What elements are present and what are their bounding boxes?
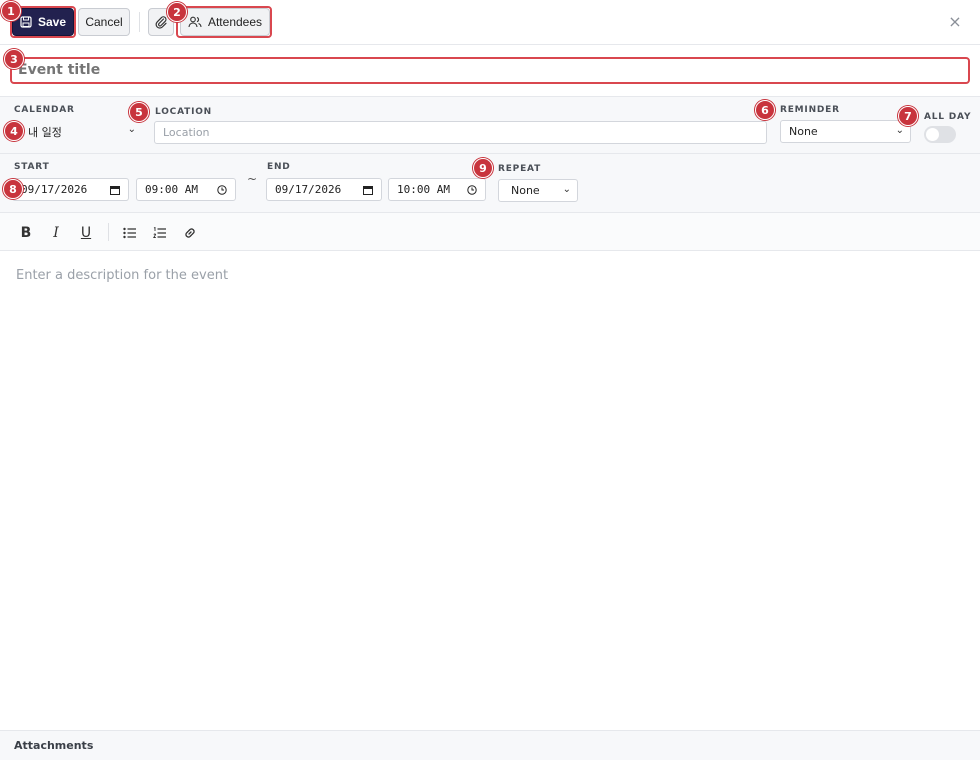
allday-toggle[interactable] [924, 126, 956, 143]
location-placeholder: Location [163, 126, 210, 139]
end-label: END [267, 162, 291, 172]
start-time-input[interactable]: 09:00 AM [136, 178, 236, 201]
allday-label: ALL DAY [924, 112, 972, 122]
cancel-button[interactable]: Cancel [78, 8, 130, 36]
italic-icon[interactable]: I [46, 223, 66, 243]
event-title-input[interactable] [12, 58, 968, 82]
calendar-select[interactable]: 내 일정 ⌄ [12, 120, 142, 143]
close-icon[interactable]: × [946, 12, 964, 31]
chevron-down-icon: ⌄ [127, 124, 136, 135]
people-icon [188, 16, 202, 28]
save-button[interactable]: Save [12, 8, 74, 36]
reminder-value: None [789, 125, 818, 138]
attendees-button[interactable]: Attendees [180, 8, 270, 36]
paperclip-icon [155, 16, 167, 29]
attendees-label: Attendees [207, 15, 263, 29]
reminder-select[interactable]: None ⌄ [780, 120, 911, 143]
start-label: START [14, 162, 50, 172]
annotation-badge: 9 [473, 158, 493, 178]
editor-toolbar: B I U [0, 212, 980, 251]
end-time-value: 10:00 AM [397, 183, 450, 196]
repeat-label: REPEAT [498, 164, 542, 174]
description-editor[interactable]: Enter a description for the event [16, 268, 228, 283]
calendar-icon [110, 186, 120, 195]
calendar-value: 내 일정 [28, 125, 62, 139]
annotation-badge: 6 [755, 100, 775, 120]
attachments-section: Attachments [0, 730, 980, 760]
end-date-input[interactable]: 09/17/2026 [266, 178, 382, 201]
calendar-label: CALENDAR [14, 105, 75, 115]
annotation-badge: 5 [129, 102, 149, 122]
calendar-icon [363, 186, 373, 195]
repeat-select[interactable]: None ⌄ [498, 179, 578, 202]
cancel-label: Cancel [85, 15, 123, 29]
repeat-value: None [511, 184, 540, 197]
start-date-value: 09/17/2026 [21, 183, 88, 196]
end-time-input[interactable]: 10:00 AM [388, 178, 486, 201]
toolbar: Save Cancel Attendees × [0, 0, 980, 45]
annotation-badge: 7 [898, 106, 918, 126]
annotation-badge: 1 [1, 1, 21, 21]
start-date-input[interactable]: 09/17/2026 [12, 178, 129, 201]
bullet-list-icon[interactable] [120, 223, 140, 243]
reminder-label: REMINDER [780, 105, 840, 115]
underline-icon[interactable]: U [76, 223, 96, 243]
start-time-value: 09:00 AM [145, 183, 198, 196]
location-label: LOCATION [155, 107, 213, 117]
chevron-down-icon: ⌄ [895, 125, 904, 136]
save-label: Save [37, 15, 67, 29]
editor-divider [108, 223, 109, 241]
clock-icon [217, 185, 227, 195]
end-date-value: 09/17/2026 [275, 183, 342, 196]
annotation-badge: 8 [3, 179, 23, 199]
clock-icon [467, 185, 477, 195]
range-separator: ~ [247, 172, 258, 186]
save-icon [20, 16, 32, 28]
toolbar-divider [139, 12, 140, 32]
toggle-knob [926, 128, 939, 141]
chevron-down-icon: ⌄ [562, 184, 571, 195]
bold-icon[interactable]: B [16, 223, 36, 243]
annotation-badge: 3 [4, 49, 24, 69]
annotation-badge: 4 [4, 121, 24, 141]
numbered-list-icon[interactable] [150, 223, 170, 243]
attachments-label: Attachments [14, 739, 94, 752]
location-input[interactable]: Location [154, 121, 767, 144]
annotation-badge: 2 [167, 2, 187, 22]
link-icon[interactable] [180, 223, 200, 243]
